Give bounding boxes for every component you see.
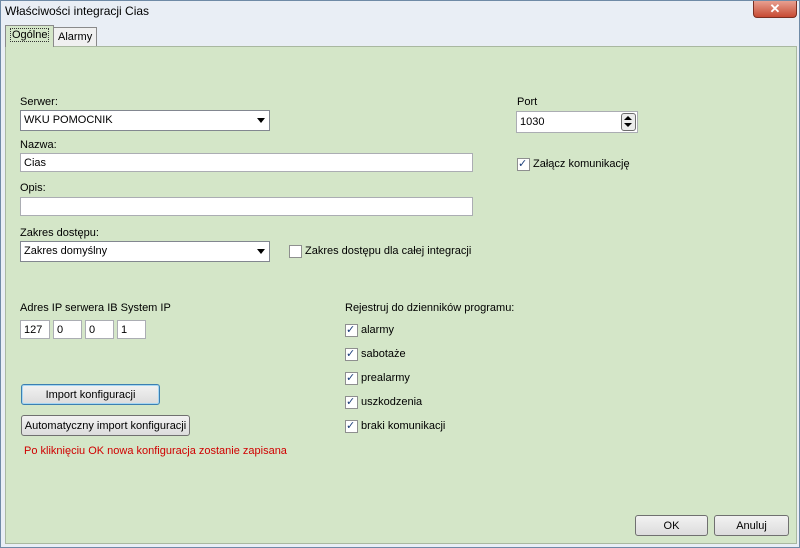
close-button[interactable]: ✕ [753, 1, 797, 18]
tab-general-label: Ogólne [10, 28, 50, 42]
log-alarms-label: alarmy [361, 324, 395, 336]
description-label: Opis: [20, 182, 46, 194]
enable-communication-label: Załącz komunikację [533, 158, 630, 170]
ip-octet-3[interactable]: 0 [85, 320, 114, 339]
auto-import-config-button[interactable]: Automatyczny import konfiguracji [21, 415, 190, 436]
log-comm-loss-label: braki komunikacji [361, 420, 446, 432]
save-note: Po kliknięciu OK nowa konfiguracja zosta… [24, 445, 287, 457]
server-select[interactable]: WKU POMOCNIK [20, 110, 270, 131]
whole-integration-checkbox[interactable] [289, 245, 302, 258]
ok-button[interactable]: OK [635, 515, 708, 536]
access-label: Zakres dostępu: [20, 227, 99, 239]
log-label: Rejestruj do dzienników programu: [345, 302, 515, 314]
log-comm-loss-checkbox[interactable] [345, 419, 358, 433]
access-value: Zakres domyślny [24, 245, 108, 257]
close-icon: ✕ [769, 1, 781, 16]
log-prealarms-label: prealarmy [361, 372, 410, 384]
chevron-down-icon [257, 249, 265, 254]
ip-octet-1[interactable]: 127 [20, 320, 50, 339]
spin-buttons[interactable] [621, 113, 636, 131]
tab-general[interactable]: Ogólne [5, 25, 55, 47]
log-tamper-checkbox[interactable] [345, 347, 358, 361]
access-select[interactable]: Zakres domyślny [20, 241, 270, 262]
name-label: Nazwa: [20, 139, 57, 151]
log-faults-label: uszkodzenia [361, 396, 423, 408]
log-prealarms-checkbox[interactable] [345, 371, 358, 385]
window-title: Właściwości integracji Cias [5, 4, 150, 18]
general-panel: Serwer: WKU POMOCNIK Nazwa: Cias Opis: Z… [5, 46, 797, 544]
port-label: Port [517, 96, 538, 108]
whole-integration-label: Zakres dostępu dla całej integracji [305, 245, 472, 257]
description-field[interactable] [20, 197, 473, 216]
ip-octet-2[interactable]: 0 [53, 320, 82, 339]
arrow-down-icon [624, 123, 632, 127]
tab-alarms[interactable]: Alarmy [53, 27, 98, 46]
chevron-down-icon [257, 118, 265, 123]
arrow-up-icon [624, 116, 632, 120]
dialog-window: Właściwości integracji Cias ✕ Ogólne Ala… [0, 0, 800, 548]
import-config-button[interactable]: Import konfiguracji [21, 384, 160, 405]
port-value: 1030 [520, 116, 545, 128]
log-alarms-checkbox[interactable] [345, 323, 358, 337]
log-tamper-label: sabotaże [361, 348, 406, 360]
ip-octet-4[interactable]: 1 [117, 320, 146, 339]
cancel-button[interactable]: Anuluj [714, 515, 789, 536]
tab-alarms-label: Alarmy [58, 31, 93, 43]
log-faults-checkbox[interactable] [345, 395, 358, 409]
name-field[interactable]: Cias [20, 153, 473, 172]
ip-label: Adres IP serwera IB System IP [20, 302, 171, 314]
server-value: WKU POMOCNIK [24, 114, 113, 126]
enable-communication-checkbox[interactable] [517, 157, 530, 171]
port-stepper[interactable]: 1030 [516, 111, 638, 133]
server-label: Serwer: [20, 96, 58, 108]
title-bar: Właściwości integracji Cias ✕ [1, 1, 799, 21]
